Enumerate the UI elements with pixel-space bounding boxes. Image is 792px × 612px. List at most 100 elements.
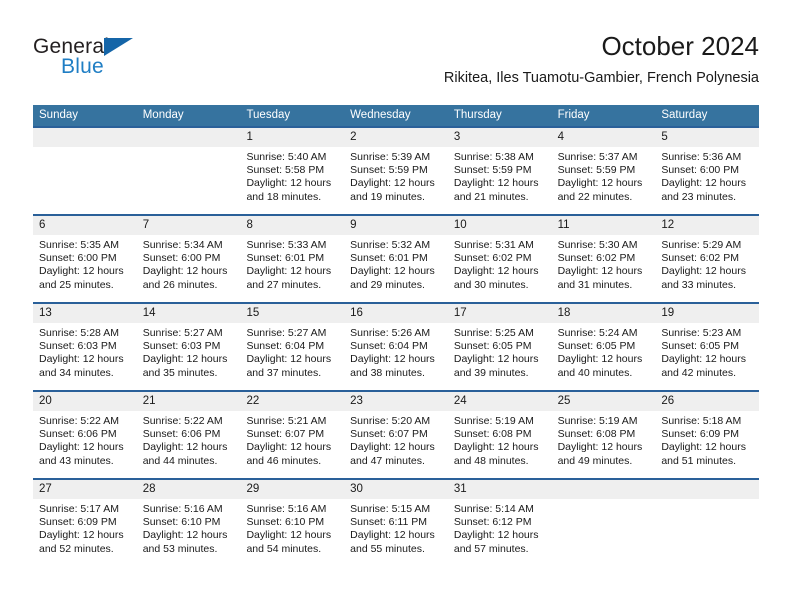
calendar-day-cell[interactable]: 14 Sunrise: 5:27 AM Sunset: 6:03 PM Dayl… [136, 304, 241, 390]
calendar-day-cell[interactable]: 28 Sunrise: 5:16 AM Sunset: 6:10 PM Dayl… [136, 480, 241, 566]
sunrise-text: Sunrise: 5:14 AM [453, 503, 534, 515]
daylight-text-line2: and 22 minutes. [557, 190, 633, 203]
calendar-day-cell[interactable]: 31 Sunrise: 5:14 AM Sunset: 6:12 PM Dayl… [447, 480, 552, 566]
daylight-text-line2: and 57 minutes. [453, 542, 529, 555]
day-number: 15 [240, 304, 345, 323]
sunset-text: Sunset: 6:06 PM [142, 428, 221, 441]
daylight-text-line1: Daylight: 12 hours [246, 265, 332, 278]
daylight-text-line2: and 21 minutes. [453, 190, 529, 203]
sunrise-text: Sunrise: 5:20 AM [350, 415, 431, 427]
calendar-day-cell[interactable]: 18 Sunrise: 5:24 AM Sunset: 6:05 PM Dayl… [551, 304, 656, 390]
daylight-text-line2: and 23 minutes. [661, 190, 737, 203]
calendar-day-cell[interactable]: 30 Sunrise: 5:15 AM Sunset: 6:11 PM Dayl… [344, 480, 448, 566]
day-info: Sunrise: 5:25 AM Sunset: 6:05 PM Dayligh… [448, 323, 552, 380]
calendar-day-cell[interactable]: 23 Sunrise: 5:20 AM Sunset: 6:07 PM Dayl… [344, 392, 448, 478]
day-number: 11 [551, 216, 656, 235]
calendar-day-cell[interactable]: 25 Sunrise: 5:19 AM Sunset: 6:08 PM Dayl… [551, 392, 656, 478]
sunrise-text: Sunrise: 5:15 AM [350, 503, 431, 515]
calendar-day-cell [136, 128, 241, 214]
calendar-day-cell[interactable]: 12 Sunrise: 5:29 AM Sunset: 6:02 PM Dayl… [655, 216, 760, 302]
daylight-text-line2: and 35 minutes. [142, 366, 218, 379]
calendar-day-cell[interactable]: 17 Sunrise: 5:25 AM Sunset: 6:05 PM Dayl… [447, 304, 552, 390]
sunset-text: Sunset: 6:09 PM [39, 516, 117, 529]
calendar-day-cell[interactable]: 29 Sunrise: 5:16 AM Sunset: 6:10 PM Dayl… [240, 480, 345, 566]
page-subtitle: Rikitea, Iles Tuamotu-Gambier, French Po… [443, 70, 759, 86]
calendar-day-cell[interactable]: 4 Sunrise: 5:37 AM Sunset: 5:59 PM Dayli… [551, 128, 656, 214]
sunrise-text: Sunrise: 5:24 AM [557, 327, 638, 339]
sunrise-text: Sunrise: 5:17 AM [39, 503, 119, 515]
day-info: Sunrise: 5:21 AM Sunset: 6:07 PM Dayligh… [240, 411, 344, 468]
daylight-text-line1: Daylight: 12 hours [246, 353, 332, 366]
calendar-week-row: 1 Sunrise: 5:40 AM Sunset: 5:58 PM Dayli… [33, 126, 760, 214]
sunrise-text: Sunrise: 5:36 AM [661, 151, 742, 163]
daylight-text-line1: Daylight: 12 hours [661, 265, 746, 278]
sunrise-text: Sunrise: 5:19 AM [453, 415, 534, 427]
calendar-day-cell[interactable]: 9 Sunrise: 5:32 AM Sunset: 6:01 PM Dayli… [344, 216, 448, 302]
sunset-text: Sunset: 6:01 PM [246, 252, 325, 265]
daylight-text-line2: and 27 minutes. [246, 278, 322, 291]
daylight-text-line1: Daylight: 12 hours [246, 177, 332, 190]
calendar-day-cell[interactable]: 27 Sunrise: 5:17 AM Sunset: 6:09 PM Dayl… [33, 480, 137, 566]
sunset-text: Sunset: 6:02 PM [557, 252, 636, 265]
daylight-text-line2: and 42 minutes. [661, 366, 737, 379]
calendar-day-cell[interactable]: 8 Sunrise: 5:33 AM Sunset: 6:01 PM Dayli… [240, 216, 345, 302]
day-number: 5 [655, 128, 760, 147]
daylight-text-line1: Daylight: 12 hours [350, 529, 435, 542]
weekday-header-thursday: Thursday [453, 109, 502, 121]
day-number: 23 [344, 392, 448, 411]
calendar-day-cell[interactable]: 3 Sunrise: 5:38 AM Sunset: 5:59 PM Dayli… [447, 128, 552, 214]
daylight-text-line2: and 54 minutes. [246, 542, 322, 555]
calendar-day-cell[interactable]: 26 Sunrise: 5:18 AM Sunset: 6:09 PM Dayl… [655, 392, 760, 478]
daylight-text-line2: and 52 minutes. [39, 542, 114, 555]
day-info: Sunrise: 5:14 AM Sunset: 6:12 PM Dayligh… [448, 499, 552, 556]
calendar-week-row: 6 Sunrise: 5:35 AM Sunset: 6:00 PM Dayli… [33, 214, 760, 302]
sunset-text: Sunset: 6:07 PM [246, 428, 325, 441]
day-number: 4 [551, 128, 656, 147]
daylight-text-line1: Daylight: 12 hours [350, 265, 435, 278]
day-number: 8 [240, 216, 345, 235]
sunset-text: Sunset: 5:59 PM [453, 164, 532, 177]
day-number: 20 [33, 392, 137, 411]
page-title: October 2024 [601, 31, 759, 61]
daylight-text-line1: Daylight: 12 hours [39, 265, 124, 278]
calendar-day-cell[interactable]: 16 Sunrise: 5:26 AM Sunset: 6:04 PM Dayl… [344, 304, 448, 390]
calendar-day-cell[interactable]: 24 Sunrise: 5:19 AM Sunset: 6:08 PM Dayl… [447, 392, 552, 478]
sunset-text: Sunset: 6:12 PM [453, 516, 532, 529]
daylight-text-line1: Daylight: 12 hours [350, 441, 435, 454]
weekday-header-saturday: Saturday [661, 109, 708, 121]
day-number: 3 [447, 128, 552, 147]
sunrise-text: Sunrise: 5:16 AM [246, 503, 327, 515]
calendar-day-cell[interactable]: 22 Sunrise: 5:21 AM Sunset: 6:07 PM Dayl… [240, 392, 345, 478]
calendar-day-cell[interactable]: 19 Sunrise: 5:23 AM Sunset: 6:05 PM Dayl… [655, 304, 760, 390]
sunrise-text: Sunrise: 5:27 AM [246, 327, 327, 339]
day-info: Sunrise: 5:31 AM Sunset: 6:02 PM Dayligh… [448, 235, 552, 292]
day-number: 17 [447, 304, 552, 323]
calendar-day-cell[interactable]: 6 Sunrise: 5:35 AM Sunset: 6:00 PM Dayli… [33, 216, 137, 302]
calendar-day-cell[interactable]: 11 Sunrise: 5:30 AM Sunset: 6:02 PM Dayl… [551, 216, 656, 302]
calendar-day-cell[interactable]: 1 Sunrise: 5:40 AM Sunset: 5:58 PM Dayli… [240, 128, 345, 214]
day-number: 30 [344, 480, 448, 499]
calendar-day-cell[interactable]: 10 Sunrise: 5:31 AM Sunset: 6:02 PM Dayl… [447, 216, 552, 302]
day-info: Sunrise: 5:19 AM Sunset: 6:08 PM Dayligh… [552, 411, 656, 468]
title-block: October 2024 Rikitea, Iles Tuamotu-Gambi… [444, 30, 759, 87]
calendar-day-cell [551, 480, 656, 566]
calendar-day-cell[interactable]: 13 Sunrise: 5:28 AM Sunset: 6:03 PM Dayl… [33, 304, 137, 390]
sunset-text: Sunset: 6:04 PM [350, 340, 428, 353]
sunrise-text: Sunrise: 5:22 AM [39, 415, 119, 427]
weekday-header-sunday: Sunday [39, 109, 79, 121]
day-info: Sunrise: 5:19 AM Sunset: 6:08 PM Dayligh… [448, 411, 552, 468]
daylight-text-line1: Daylight: 12 hours [39, 441, 124, 454]
weekday-header-row: Sunday Monday Tuesday Wednesday Thursday… [33, 105, 759, 126]
calendar-day-cell[interactable]: 20 Sunrise: 5:22 AM Sunset: 6:06 PM Dayl… [33, 392, 137, 478]
calendar-day-cell[interactable]: 5 Sunrise: 5:36 AM Sunset: 6:00 PM Dayli… [655, 128, 760, 214]
calendar-day-cell[interactable]: 7 Sunrise: 5:34 AM Sunset: 6:00 PM Dayli… [136, 216, 241, 302]
calendar-day-cell[interactable]: 2 Sunrise: 5:39 AM Sunset: 5:59 PM Dayli… [344, 128, 448, 214]
sunset-text: Sunset: 6:01 PM [350, 252, 428, 265]
daylight-text-line2: and 40 minutes. [557, 366, 633, 379]
calendar-day-cell[interactable]: 15 Sunrise: 5:27 AM Sunset: 6:04 PM Dayl… [240, 304, 345, 390]
calendar-day-cell[interactable]: 21 Sunrise: 5:22 AM Sunset: 6:06 PM Dayl… [136, 392, 241, 478]
day-number: 12 [655, 216, 760, 235]
general-blue-logo[interactable]: General Blue [33, 35, 233, 93]
sunset-text: Sunset: 6:00 PM [39, 252, 117, 265]
weekday-header-friday: Friday [557, 109, 590, 121]
